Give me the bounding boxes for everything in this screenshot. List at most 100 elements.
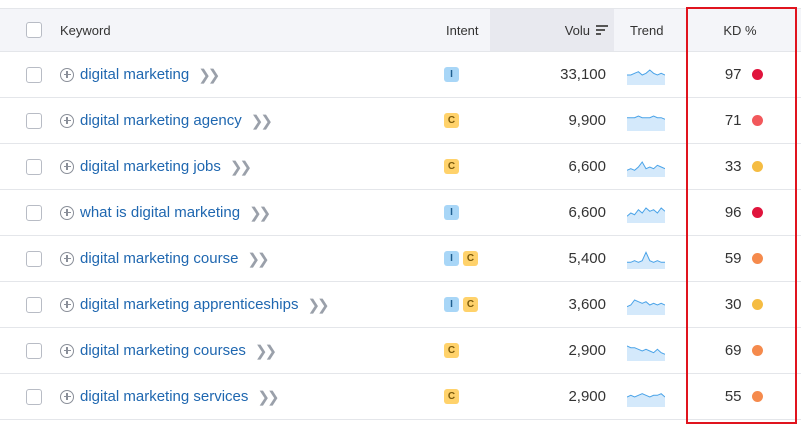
keyword-cell: digital marketing agency ❯❯ (60, 98, 430, 143)
volume-cell: 2,900 (490, 374, 606, 419)
add-keyword-icon[interactable] (60, 205, 74, 220)
add-keyword-icon[interactable] (60, 297, 74, 312)
kd-difficulty-dot (751, 299, 763, 310)
search-volume: 3,600 (568, 296, 606, 313)
trend-cell (627, 98, 667, 143)
row-checkbox[interactable] (26, 342, 42, 359)
intent-badge-commercial: C (444, 389, 459, 404)
intent-badge-commercial: C (444, 343, 459, 358)
intent-badge-informational: I (444, 67, 459, 82)
kd-difficulty-dot (751, 161, 763, 172)
add-keyword-icon[interactable] (60, 113, 74, 128)
keyword-link[interactable]: digital marketing apprenticeships (80, 296, 298, 313)
keyword-cell: digital marketing courses ❯❯ (60, 328, 430, 373)
row-select-cell (26, 190, 44, 235)
intent-header-cell[interactable]: Intent (446, 9, 479, 51)
kd-difficulty-dot (751, 115, 763, 126)
volume-cell: 6,600 (490, 190, 606, 235)
kd-cell: 59 (700, 236, 780, 281)
intent-badge-commercial: C (444, 113, 459, 128)
trend-cell (627, 190, 667, 235)
add-keyword-icon[interactable] (60, 343, 74, 358)
keyword-cell: what is digital marketing ❯❯ (60, 190, 430, 235)
sort-descending-icon[interactable] (596, 25, 608, 35)
volume-cell: 6,600 (490, 144, 606, 189)
double-chevron-right-icon[interactable]: ❯❯ (247, 250, 269, 268)
double-chevron-right-icon[interactable]: ❯❯ (230, 158, 252, 176)
table-row: digital marketing ❯❯ I 33,100 97 (0, 52, 801, 98)
trend-cell (627, 52, 667, 97)
search-volume: 9,900 (568, 112, 606, 129)
kd-difficulty-dot (751, 253, 763, 264)
keyword-link[interactable]: digital marketing jobs (80, 158, 221, 175)
kd-difficulty-dot (751, 345, 763, 356)
keyword-link[interactable]: digital marketing agency (80, 112, 242, 129)
double-chevron-right-icon[interactable]: ❯❯ (251, 112, 273, 130)
row-checkbox[interactable] (26, 388, 42, 405)
kd-difficulty-dot (751, 207, 763, 218)
table-header: Keyword Intent Volu Trend KD % (0, 8, 801, 52)
add-keyword-icon[interactable] (60, 67, 74, 82)
double-chevron-right-icon[interactable]: ❯❯ (255, 342, 277, 360)
trend-sparkline (627, 298, 665, 315)
double-chevron-right-icon[interactable]: ❯❯ (198, 66, 220, 84)
keyword-link[interactable]: digital marketing courses (80, 342, 246, 359)
table-row: digital marketing course ❯❯ IC 5,400 59 (0, 236, 801, 282)
trend-header-cell[interactable]: Trend (630, 9, 663, 51)
row-select-cell (26, 282, 44, 327)
keyword-link[interactable]: digital marketing (80, 66, 189, 83)
volume-cell: 9,900 (490, 98, 606, 143)
search-volume: 2,900 (568, 342, 606, 359)
row-checkbox[interactable] (26, 158, 42, 175)
table-row: digital marketing jobs ❯❯ C 6,600 33 (0, 144, 801, 190)
keyword-cell: digital marketing ❯❯ (60, 52, 430, 97)
kd-cell: 55 (700, 374, 780, 419)
table-row: digital marketing courses ❯❯ C 2,900 69 (0, 328, 801, 374)
table-row: what is digital marketing ❯❯ I 6,600 96 (0, 190, 801, 236)
kd-difficulty-dot (751, 69, 763, 80)
double-chevron-right-icon[interactable]: ❯❯ (257, 388, 279, 406)
keyword-link[interactable]: what is digital marketing (80, 204, 240, 221)
kd-cell: 30 (700, 282, 780, 327)
table-row: digital marketing agency ❯❯ C 9,900 71 (0, 98, 801, 144)
keyword-difficulty-value: 59 (724, 250, 742, 267)
trend-cell (627, 328, 667, 373)
add-keyword-icon[interactable] (60, 389, 74, 404)
trend-sparkline (627, 250, 665, 269)
select-all-checkbox[interactable] (26, 22, 42, 38)
add-keyword-icon[interactable] (60, 159, 74, 174)
row-checkbox[interactable] (26, 112, 42, 129)
keyword-link[interactable]: digital marketing course (80, 250, 238, 267)
volume-header-cell[interactable]: Volu (490, 9, 608, 51)
search-volume: 6,600 (568, 204, 606, 221)
trend-cell (627, 282, 667, 327)
volume-column-header: Volu (564, 22, 590, 38)
kd-header-cell[interactable]: KD % (700, 9, 780, 51)
kd-cell: 33 (700, 144, 780, 189)
trend-sparkline (627, 160, 665, 177)
trend-column-header: Trend (630, 22, 664, 38)
kd-cell: 97 (700, 52, 780, 97)
table-row: digital marketing apprenticeships ❯❯ IC … (0, 282, 801, 328)
intent-badge-commercial: C (444, 159, 459, 174)
row-checkbox[interactable] (26, 66, 42, 83)
keyword-cell: digital marketing services ❯❯ (60, 374, 430, 419)
row-checkbox[interactable] (26, 250, 42, 267)
trend-sparkline (627, 114, 665, 131)
double-chevron-right-icon[interactable]: ❯❯ (307, 296, 329, 314)
row-checkbox[interactable] (26, 204, 42, 221)
row-select-cell (26, 52, 44, 97)
row-checkbox[interactable] (26, 296, 42, 313)
keyword-link[interactable]: digital marketing services (80, 388, 248, 405)
volume-cell: 3,600 (490, 282, 606, 327)
trend-sparkline (627, 206, 665, 223)
keyword-difficulty-value: 71 (724, 112, 742, 129)
double-chevron-right-icon[interactable]: ❯❯ (249, 204, 271, 222)
kd-cell: 69 (700, 328, 780, 373)
intent-badge-informational: I (444, 297, 459, 312)
trend-sparkline (627, 392, 665, 407)
keyword-header-cell[interactable]: Keyword (60, 9, 430, 51)
keyword-difficulty-value: 96 (724, 204, 742, 221)
row-select-cell (26, 144, 44, 189)
add-keyword-icon[interactable] (60, 251, 74, 266)
